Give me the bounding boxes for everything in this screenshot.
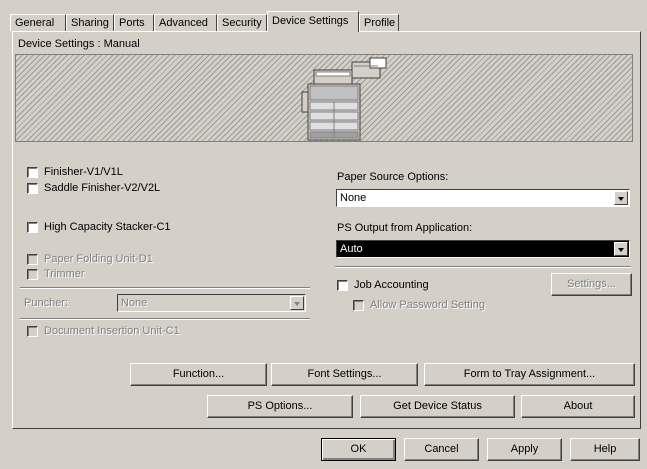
- paper-source-label: Paper Source Options:: [337, 171, 449, 183]
- job-accounting-checkbox[interactable]: [337, 280, 348, 291]
- job-accounting-label: Job Accounting: [354, 279, 429, 291]
- paper-source-select[interactable]: None: [336, 189, 630, 207]
- saddle-finisher-checkbox[interactable]: [27, 183, 38, 194]
- apply-button[interactable]: Apply: [487, 438, 562, 461]
- chevron-down-icon[interactable]: [614, 242, 628, 256]
- chevron-down-icon: [290, 296, 304, 310]
- high-capacity-stacker-label: High Capacity Stacker-C1: [44, 221, 171, 233]
- allow-password-label: Allow Password Setting: [370, 299, 485, 311]
- ps-output-value: Auto: [340, 243, 363, 255]
- chevron-down-icon[interactable]: [614, 191, 628, 205]
- tab-sharing[interactable]: Sharing: [66, 14, 114, 31]
- tab-device-settings[interactable]: Device Settings: [267, 11, 359, 32]
- get-device-status-button[interactable]: Get Device Status: [360, 395, 515, 418]
- puncher-select: None: [117, 294, 306, 312]
- function-button[interactable]: Function...: [130, 363, 267, 386]
- ok-button[interactable]: OK: [321, 438, 396, 461]
- form-to-tray-button[interactable]: Form to Tray Assignment...: [424, 363, 635, 386]
- finisher-v1-checkbox[interactable]: [27, 167, 38, 178]
- settings-button: Settings...: [551, 273, 632, 296]
- font-settings-button[interactable]: Font Settings...: [271, 363, 418, 386]
- about-button[interactable]: About: [521, 395, 635, 418]
- ps-output-select[interactable]: Auto: [336, 240, 630, 258]
- tab-general[interactable]: General: [10, 14, 66, 31]
- puncher-label: Puncher:: [24, 297, 69, 309]
- doc-insertion-label: Document Insertion Unit-C1: [44, 325, 180, 337]
- trimmer-checkbox: [27, 269, 38, 280]
- trimmer-label: Trimmer: [44, 268, 85, 280]
- cancel-button[interactable]: Cancel: [404, 438, 479, 461]
- device-settings-header: Device Settings : Manual: [18, 38, 140, 50]
- high-capacity-stacker-checkbox[interactable]: [27, 222, 38, 233]
- tab-security[interactable]: Security: [217, 14, 267, 31]
- tab-profile[interactable]: Profile: [359, 14, 399, 31]
- ps-options-button[interactable]: PS Options...: [207, 395, 353, 418]
- puncher-value: None: [121, 297, 148, 309]
- paper-folding-checkbox: [27, 254, 38, 265]
- doc-insertion-checkbox: [27, 326, 38, 337]
- tab-advanced[interactable]: Advanced: [154, 14, 217, 31]
- help-button[interactable]: Help: [570, 438, 640, 461]
- finisher-v1-label: Finisher-V1/V1L: [44, 166, 123, 178]
- paper-folding-label: Paper Folding Unit-D1: [44, 253, 153, 265]
- separator: [20, 287, 310, 289]
- separator: [20, 318, 310, 320]
- saddle-finisher-label: Saddle Finisher-V2/V2L: [44, 182, 161, 194]
- printer-icon: [301, 57, 387, 141]
- tab-ports[interactable]: Ports: [114, 14, 154, 31]
- allow-password-checkbox: [353, 300, 364, 311]
- separator: [335, 266, 631, 268]
- ps-output-label: PS Output from Application:: [337, 222, 473, 234]
- paper-source-value: None: [340, 192, 367, 204]
